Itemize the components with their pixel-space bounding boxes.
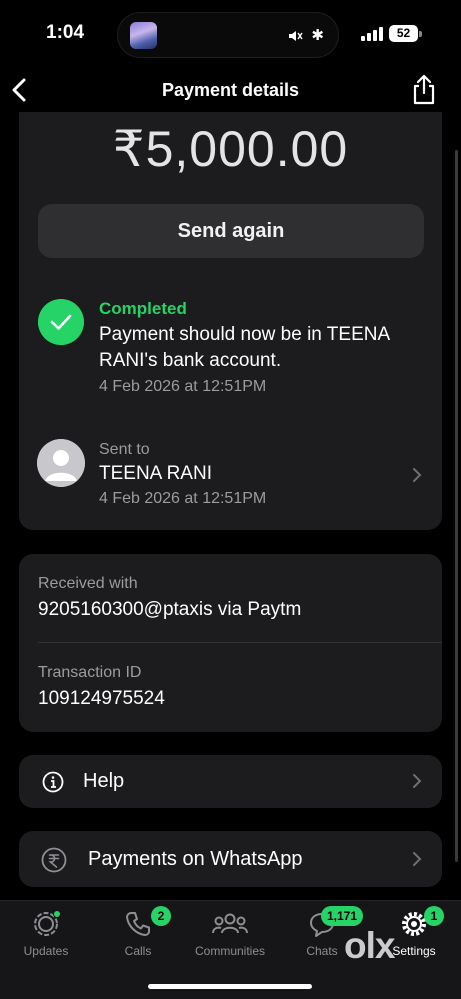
- dynamic-island[interactable]: ✱: [117, 12, 339, 58]
- transaction-id-label: Transaction ID: [38, 664, 142, 681]
- payment-summary-card: ₹5,000.00 Send again Completed Payment s…: [19, 112, 442, 530]
- page-title: Payment details: [161, 80, 300, 100]
- chevron-right-icon: [413, 468, 422, 482]
- tab-label: Calls: [124, 944, 152, 958]
- sent-date: 4 Feb 2026 at 12:51PM: [99, 490, 267, 507]
- chevron-right-icon: [413, 774, 422, 788]
- payments-on-whatsapp-label: Payments on WhatsApp: [88, 848, 303, 870]
- avatar: [37, 439, 85, 487]
- settings-badge: 1: [424, 906, 444, 926]
- recipient-name: TEENA RANI: [99, 463, 212, 484]
- signal-icon: [361, 27, 383, 41]
- scroll-indicator[interactable]: [455, 150, 458, 862]
- status-message: Payment should now be in TEENA RANI's ba…: [99, 324, 390, 371]
- help-row[interactable]: Help: [19, 755, 442, 808]
- speaker-icon: [289, 31, 303, 41]
- share-icon[interactable]: [409, 71, 439, 107]
- home-indicator[interactable]: [148, 984, 312, 989]
- nav-bar: Payment details: [0, 68, 461, 112]
- payments-on-whatsapp-row[interactable]: Payments on WhatsApp: [19, 831, 442, 887]
- payment-amount: ₹5,000.00: [112, 121, 349, 177]
- sent-to-label: Sent to: [99, 441, 150, 458]
- tab-updates[interactable]: Updates: [0, 901, 92, 971]
- calls-badge: 2: [151, 906, 171, 926]
- status-time: 1:04: [46, 22, 85, 43]
- send-again-button[interactable]: Send again: [38, 204, 424, 258]
- transaction-details-card: Received with 9205160300@ptaxis via Payt…: [19, 554, 442, 732]
- now-playing-artwork: [130, 22, 157, 49]
- status-label: Completed: [99, 299, 187, 318]
- help-label: Help: [83, 770, 125, 792]
- battery-tip: [419, 31, 422, 37]
- tab-label: Updates: [23, 944, 69, 958]
- tab-communities[interactable]: Communities: [184, 901, 276, 971]
- battery-icon: 52: [389, 25, 418, 42]
- unread-dot: [53, 910, 61, 918]
- olx-watermark: olx: [344, 925, 395, 966]
- status-bar: 1:04 ✱ 52: [0, 0, 461, 68]
- chevron-right-icon: [413, 852, 422, 866]
- status-date: 4 Feb 2026 at 12:51PM: [99, 378, 267, 395]
- transaction-id-value: 109124975524: [38, 688, 165, 709]
- tab-calls[interactable]: 2 Calls: [92, 901, 184, 971]
- check-icon: [38, 299, 84, 345]
- received-with-value: 9205160300@ptaxis via Paytm: [38, 599, 302, 620]
- phone-icon: [126, 912, 150, 936]
- tab-label: Communities: [194, 944, 266, 958]
- received-with-label: Received with: [38, 575, 138, 592]
- rupee-circle-icon: [41, 847, 67, 873]
- info-icon: [42, 771, 64, 793]
- communities-icon: [212, 913, 248, 934]
- bluetooth-icon: ✱: [311, 27, 324, 44]
- divider: [38, 642, 442, 643]
- chats-badge: 1,171: [321, 906, 364, 926]
